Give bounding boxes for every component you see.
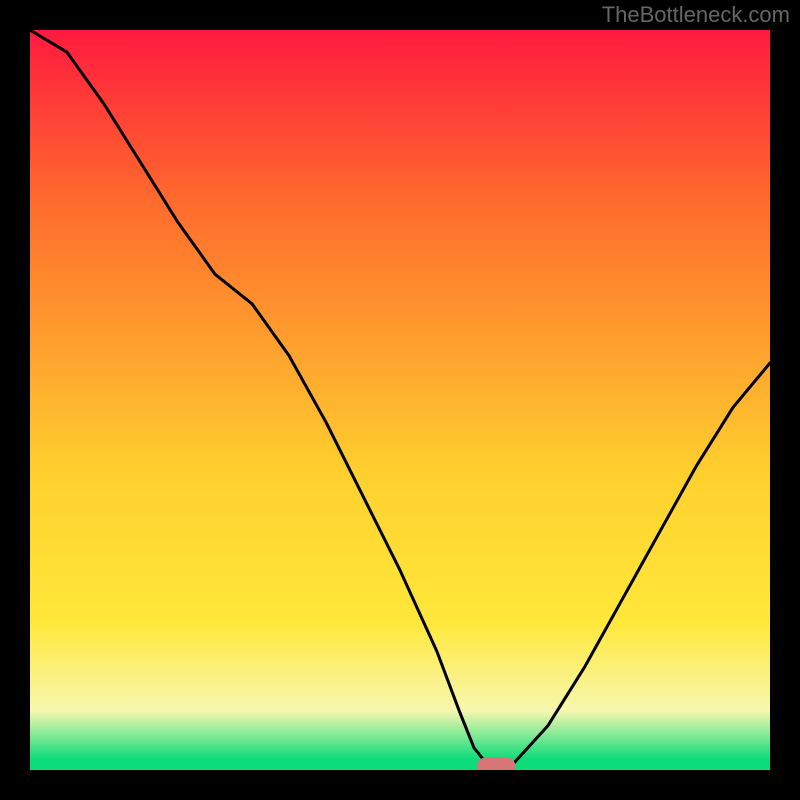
gradient-band	[30, 622, 770, 711]
gradient-band	[30, 711, 770, 760]
gradient-band	[30, 200, 770, 474]
gradient-band	[30, 30, 770, 201]
gradient-band	[30, 759, 770, 770]
chart-frame: TheBottleneck.com	[0, 0, 800, 800]
watermark-text: TheBottleneck.com	[602, 2, 790, 28]
plot-svg	[30, 30, 770, 770]
gradient-band	[30, 474, 770, 623]
optimal-point-marker	[477, 757, 515, 770]
plot-area	[30, 30, 770, 770]
